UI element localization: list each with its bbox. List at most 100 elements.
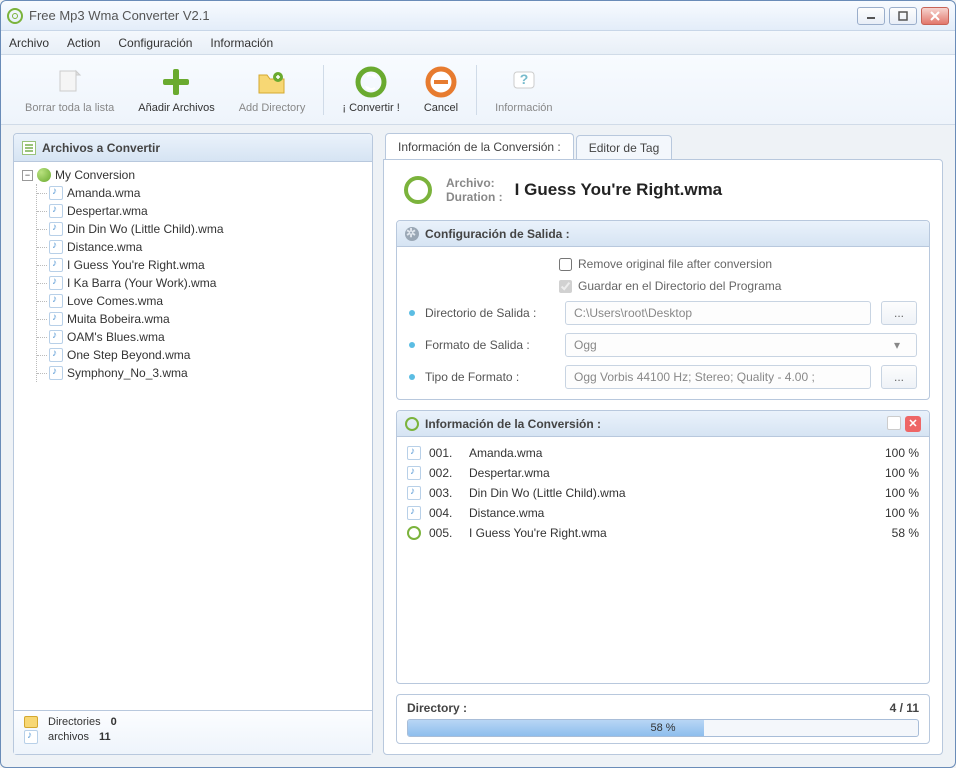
- maximize-button[interactable]: [889, 7, 917, 25]
- conversion-row: 003.Din Din Wo (Little Child).wma100 %: [407, 483, 919, 503]
- tree-item[interactable]: Love Comes.wma: [49, 292, 364, 310]
- output-format-select[interactable]: Ogg ▾: [565, 333, 917, 357]
- tree-item[interactable]: Din Din Wo (Little Child).wma: [49, 220, 364, 238]
- window-title: Free Mp3 Wma Converter V2.1: [29, 8, 857, 23]
- close-button[interactable]: [921, 7, 949, 25]
- file-name: Din Din Wo (Little Child).wma: [67, 222, 224, 236]
- title-bar: Free Mp3 Wma Converter V2.1: [1, 1, 955, 31]
- current-file-info: Archivo: Duration : I Guess You're Right…: [396, 170, 930, 210]
- close-icon[interactable]: ✕: [905, 416, 921, 432]
- file-tree[interactable]: − My Conversion Amanda.wma Despertar.wma D…: [14, 162, 372, 710]
- window-controls: [857, 7, 949, 25]
- tab-tag-editor[interactable]: Editor de Tag: [576, 135, 673, 159]
- output-format-label: Formato de Salida :: [425, 338, 555, 352]
- music-icon: [407, 466, 421, 480]
- remove-original-label: Remove original file after conversion: [578, 257, 772, 271]
- menu-archivo[interactable]: Archivo: [9, 36, 49, 50]
- conversion-icon: [37, 168, 51, 182]
- tree-item[interactable]: I Guess You're Right.wma: [49, 256, 364, 274]
- tree-item[interactable]: OAM's Blues.wma: [49, 328, 364, 346]
- convert-label: ¡ Convertir !: [342, 102, 399, 114]
- add-directory-button[interactable]: Add Directory: [227, 62, 318, 118]
- output-dir-field[interactable]: C:\Users\root\Desktop: [565, 301, 871, 325]
- add-files-button[interactable]: Añadir Archivos: [126, 62, 226, 118]
- file-name: I Ka Barra (Your Work).wma: [67, 276, 216, 290]
- content-area: Archivos a Convertir − My Conversion Ama…: [1, 125, 955, 767]
- row-filename: Distance.wma: [469, 506, 861, 520]
- row-filename: Despertar.wma: [469, 466, 861, 480]
- output-config-box: Configuración de Salida : Remove origina…: [396, 220, 930, 400]
- music-icon: [49, 276, 63, 290]
- collapse-icon[interactable]: −: [22, 170, 33, 181]
- file-name: Despertar.wma: [67, 204, 148, 218]
- file-name: One Step Beyond.wma: [67, 348, 190, 362]
- music-icon: [407, 486, 421, 500]
- separator: [476, 65, 477, 115]
- music-icon: [49, 204, 63, 218]
- info-button[interactable]: ? Información: [483, 62, 564, 118]
- music-icon: [49, 294, 63, 308]
- menu-configuracion[interactable]: Configuración: [118, 36, 192, 50]
- files-footer: Directories 0 archivos 11: [14, 710, 372, 754]
- file-name: Muita Bobeira.wma: [67, 312, 170, 326]
- tab-conversion-info[interactable]: Información de la Conversión :: [385, 133, 574, 159]
- cancel-button[interactable]: Cancel: [412, 62, 470, 118]
- format-options-button[interactable]: ...: [881, 365, 917, 389]
- toolbar: Borrar toda la lista Añadir Archivos Add…: [1, 55, 955, 125]
- music-icon: [49, 348, 63, 362]
- remove-original-checkbox[interactable]: [559, 258, 572, 271]
- format-type-field[interactable]: Ogg Vorbis 44100 Hz; Stereo; Quality - 4…: [565, 365, 871, 389]
- convert-button[interactable]: ¡ Convertir !: [330, 62, 411, 118]
- clear-icon: [54, 66, 86, 98]
- row-percent: 100 %: [869, 486, 919, 500]
- menu-informacion[interactable]: Información: [210, 36, 273, 50]
- minimize-button[interactable]: [857, 7, 885, 25]
- tree-item[interactable]: Symphony_No_3.wma: [49, 364, 364, 382]
- separator: [323, 65, 324, 115]
- tree-item[interactable]: Despertar.wma: [49, 202, 364, 220]
- row-filename: Din Din Wo (Little Child).wma: [469, 486, 861, 500]
- tree-item[interactable]: One Step Beyond.wma: [49, 346, 364, 364]
- tree-item[interactable]: Muita Bobeira.wma: [49, 310, 364, 328]
- music-icon: [49, 240, 63, 254]
- document-icon[interactable]: [887, 416, 901, 430]
- row-percent: 100 %: [869, 446, 919, 460]
- music-icon: [407, 506, 421, 520]
- row-index: 002.: [429, 466, 461, 480]
- add-files-label: Añadir Archivos: [138, 102, 214, 114]
- conversion-info-label: Información de la Conversión :: [425, 417, 601, 431]
- row-index: 001.: [429, 446, 461, 460]
- output-dir-label: Directorio de Salida :: [425, 306, 555, 320]
- save-program-dir-checkbox[interactable]: [559, 280, 572, 293]
- conversion-info-box: Información de la Conversión : ✕ 001. Ama…: [396, 410, 930, 684]
- tree-item[interactable]: Amanda.wma: [49, 184, 364, 202]
- conversion-row: 002.Despertar.wma100 %: [407, 463, 919, 483]
- progress-counter: 4 / 11: [890, 701, 919, 715]
- output-header-label: Configuración de Salida :: [425, 227, 570, 241]
- chevron-down-icon: ▾: [886, 338, 908, 352]
- refresh-icon: [405, 417, 419, 431]
- tree-root[interactable]: − My Conversion: [22, 168, 364, 182]
- menu-bar: Archivo Action Configuración Información: [1, 31, 955, 55]
- tree-item[interactable]: Distance.wma: [49, 238, 364, 256]
- music-icon: [49, 258, 63, 272]
- output-format-value: Ogg: [574, 338, 597, 352]
- browse-dir-button[interactable]: ...: [881, 301, 917, 325]
- clear-list-button[interactable]: Borrar toda la lista: [13, 62, 126, 118]
- info-label: Información: [495, 102, 552, 114]
- progress-bar: 58 %: [407, 719, 919, 737]
- file-name: OAM's Blues.wma: [67, 330, 165, 344]
- row-percent: 100 %: [869, 506, 919, 520]
- svg-text:?: ?: [520, 71, 529, 87]
- progress-percent: 58 %: [408, 720, 918, 736]
- app-window: Free Mp3 Wma Converter V2.1 Archivo Acti…: [0, 0, 956, 768]
- save-program-dir-label: Guardar en el Directorio del Programa: [578, 279, 781, 293]
- tree-item[interactable]: I Ka Barra (Your Work).wma: [49, 274, 364, 292]
- conversion-row: 001. Amanda.wma 100 %: [407, 443, 919, 463]
- plus-icon: [160, 66, 192, 98]
- bullet-icon: [409, 374, 415, 380]
- music-icon: [49, 366, 63, 380]
- menu-action[interactable]: Action: [67, 36, 100, 50]
- row-filename: Amanda.wma: [469, 446, 861, 460]
- gear-icon: [405, 227, 419, 241]
